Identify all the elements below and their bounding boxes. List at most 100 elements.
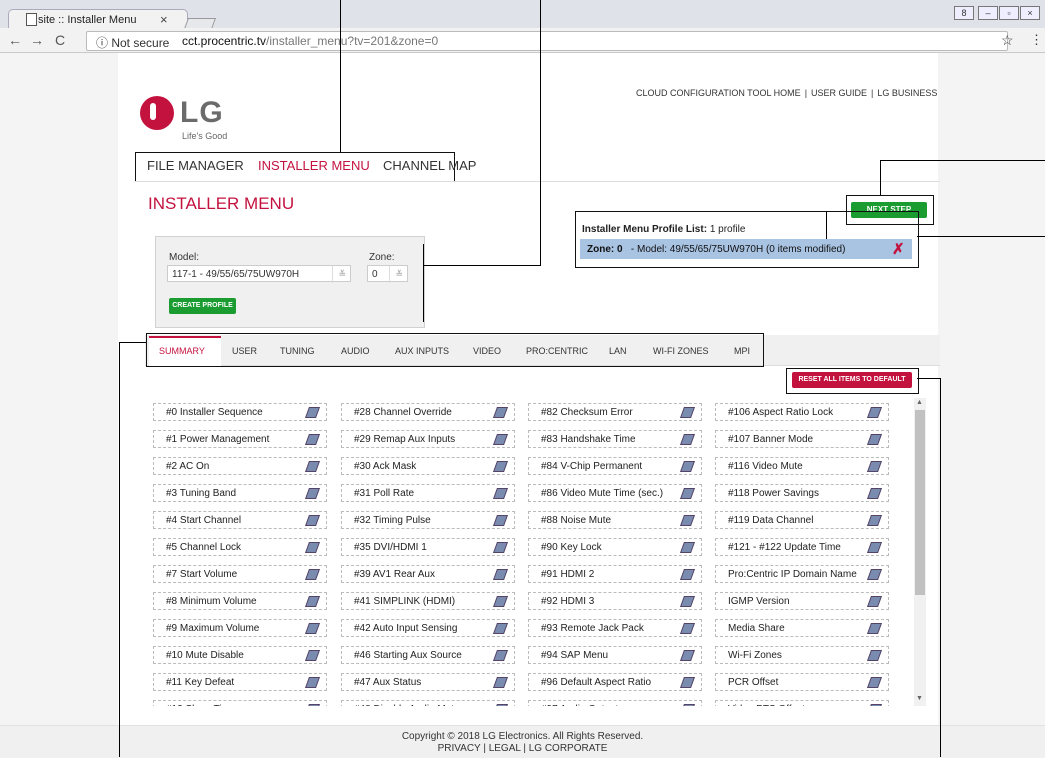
back-icon[interactable]: ← xyxy=(8,32,22,48)
edit-pencil-icon[interactable] xyxy=(679,488,696,499)
nav-channel-map[interactable]: CHANNEL MAP xyxy=(383,158,476,173)
installer-item[interactable]: #39 AV1 Rear Aux xyxy=(341,565,515,583)
installer-item[interactable]: #82 Checksum Error xyxy=(528,403,702,421)
installer-item[interactable]: #9 Maximum Volume xyxy=(153,619,327,637)
scroll-up-icon[interactable]: ▲ xyxy=(916,399,923,406)
edit-pencil-icon[interactable] xyxy=(304,407,321,418)
footer-links[interactable]: PRIVACY | LEGAL | LG CORPORATE xyxy=(0,743,1045,754)
tab-user[interactable]: USER xyxy=(232,346,257,356)
installer-item[interactable]: Pro:Centric IP Domain Name xyxy=(715,565,889,583)
close-window-icon[interactable]: × xyxy=(1020,6,1040,20)
tab-video[interactable]: VIDEO xyxy=(473,346,501,356)
installer-item[interactable]: #121 - #122 Update Time xyxy=(715,538,889,556)
installer-item[interactable]: #84 V-Chip Permanent xyxy=(528,457,702,475)
installer-item[interactable]: #116 Video Mute xyxy=(715,457,889,475)
edit-pencil-icon[interactable] xyxy=(866,434,883,445)
edit-pencil-icon[interactable] xyxy=(679,650,696,661)
installer-item[interactable]: #94 SAP Menu xyxy=(528,646,702,664)
edit-pencil-icon[interactable] xyxy=(304,488,321,499)
installer-item[interactable]: Wi-Fi Zones xyxy=(715,646,889,664)
edit-pencil-icon[interactable] xyxy=(304,434,321,445)
edit-pencil-icon[interactable] xyxy=(304,515,321,526)
installer-item[interactable]: #119 Data Channel xyxy=(715,511,889,529)
installer-item[interactable]: #93 Remote Jack Pack xyxy=(528,619,702,637)
edit-pencil-icon[interactable] xyxy=(679,407,696,418)
edit-pencil-icon[interactable] xyxy=(304,650,321,661)
installer-item[interactable]: #11 Key Defeat xyxy=(153,673,327,691)
tab-audio[interactable]: AUDIO xyxy=(341,346,370,356)
installer-item[interactable]: #90 Key Lock xyxy=(528,538,702,556)
edit-pencil-icon[interactable] xyxy=(304,623,321,634)
edit-pencil-icon[interactable] xyxy=(866,542,883,553)
tab-mpi[interactable]: MPI xyxy=(734,346,750,356)
edit-pencil-icon[interactable] xyxy=(492,542,509,553)
tab-wifi-zones[interactable]: WI-FI ZONES xyxy=(653,346,709,356)
edit-pencil-icon[interactable] xyxy=(492,596,509,607)
installer-item[interactable]: #48 Disable Audio Mute xyxy=(341,700,515,706)
delete-profile-icon[interactable]: ✗ xyxy=(892,240,905,258)
edit-pencil-icon[interactable] xyxy=(679,677,696,688)
edit-pencil-icon[interactable] xyxy=(492,569,509,580)
installer-item[interactable]: #10 Mute Disable xyxy=(153,646,327,664)
logo-text[interactable]: LG xyxy=(180,96,224,130)
installer-item[interactable]: #32 Timing Pulse xyxy=(341,511,515,529)
maximize-icon[interactable]: ▫ xyxy=(999,6,1019,20)
edit-pencil-icon[interactable] xyxy=(679,515,696,526)
edit-pencil-icon[interactable] xyxy=(492,704,509,706)
installer-item[interactable]: #41 SIMPLINK (HDMI) xyxy=(341,592,515,610)
edit-pencil-icon[interactable] xyxy=(866,650,883,661)
installer-item[interactable]: #91 HDMI 2 xyxy=(528,565,702,583)
forward-icon[interactable]: → xyxy=(30,32,44,48)
edit-pencil-icon[interactable] xyxy=(492,488,509,499)
installer-item[interactable]: #29 Remap Aux Inputs xyxy=(341,430,515,448)
close-tab-icon[interactable]: × xyxy=(160,12,168,27)
installer-item[interactable]: #107 Banner Mode xyxy=(715,430,889,448)
tab-summary[interactable]: SUMMARY xyxy=(159,346,205,356)
installer-item[interactable]: #7 Start Volume xyxy=(153,565,327,583)
installer-item[interactable]: #28 Channel Override xyxy=(341,403,515,421)
edit-pencil-icon[interactable] xyxy=(679,461,696,472)
installer-item[interactable]: IGMP Version xyxy=(715,592,889,610)
edit-pencil-icon[interactable] xyxy=(492,407,509,418)
nav-installer-menu[interactable]: INSTALLER MENU xyxy=(258,158,370,173)
edit-pencil-icon[interactable] xyxy=(492,650,509,661)
installer-item[interactable]: #86 Video Mute Time (sec.) xyxy=(528,484,702,502)
nav-file-manager[interactable]: FILE MANAGER xyxy=(147,158,244,173)
edit-pencil-icon[interactable] xyxy=(866,461,883,472)
reload-icon[interactable]: C xyxy=(55,32,65,48)
tab-tuning[interactable]: TUNING xyxy=(280,346,315,356)
edit-pencil-icon[interactable] xyxy=(866,515,883,526)
edit-pencil-icon[interactable] xyxy=(492,461,509,472)
edit-pencil-icon[interactable] xyxy=(866,677,883,688)
installer-item[interactable]: #31 Poll Rate xyxy=(341,484,515,502)
installer-item[interactable]: #118 Power Savings xyxy=(715,484,889,502)
edit-pencil-icon[interactable] xyxy=(866,488,883,499)
edit-pencil-icon[interactable] xyxy=(679,623,696,634)
installer-item[interactable]: #47 Aux Status xyxy=(341,673,515,691)
installer-item[interactable]: #106 Aspect Ratio Lock xyxy=(715,403,889,421)
installer-item[interactable]: #30 Ack Mask xyxy=(341,457,515,475)
edit-pencil-icon[interactable] xyxy=(679,434,696,445)
installer-item[interactable]: #83 Handshake Time xyxy=(528,430,702,448)
installer-item[interactable]: #12 Sleep Timer xyxy=(153,700,327,706)
edit-pencil-icon[interactable] xyxy=(492,434,509,445)
edit-pencil-icon[interactable] xyxy=(492,623,509,634)
zone-select[interactable]: 0 ≚ xyxy=(367,265,408,283)
link-lg-business[interactable]: LG BUSINESS xyxy=(877,88,937,98)
scroll-down-icon[interactable]: ▼ xyxy=(916,695,923,702)
edit-pencil-icon[interactable] xyxy=(304,461,321,472)
installer-item[interactable]: #3 Tuning Band xyxy=(153,484,327,502)
installer-item[interactable]: Video PTS Offset xyxy=(715,700,889,706)
installer-item[interactable]: #0 Installer Sequence xyxy=(153,403,327,421)
edit-pencil-icon[interactable] xyxy=(679,596,696,607)
link-user-guide[interactable]: USER GUIDE xyxy=(811,88,867,98)
installer-item[interactable]: #8 Minimum Volume xyxy=(153,592,327,610)
edit-pencil-icon[interactable] xyxy=(679,704,696,706)
edit-pencil-icon[interactable] xyxy=(492,677,509,688)
installer-item[interactable]: Media Share xyxy=(715,619,889,637)
edit-pencil-icon[interactable] xyxy=(679,569,696,580)
installer-item[interactable]: PCR Offset xyxy=(715,673,889,691)
edit-pencil-icon[interactable] xyxy=(492,515,509,526)
link-cct-home[interactable]: CLOUD CONFIGURATION TOOL HOME xyxy=(636,88,801,98)
installer-item[interactable]: #2 AC On xyxy=(153,457,327,475)
